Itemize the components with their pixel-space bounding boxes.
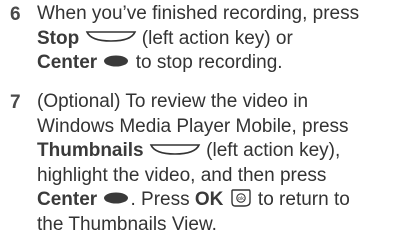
key-label-thumbnails: Thumbnails bbox=[37, 140, 144, 161]
step-line: Thumbnails (left action key), bbox=[37, 139, 399, 164]
step-number: 7 bbox=[10, 92, 21, 113]
step-line: Center . Press OK ok to return to bbox=[37, 188, 399, 213]
step-text: (Optional) To review the video in Window… bbox=[37, 90, 399, 237]
left-action-key-icon bbox=[85, 31, 136, 43]
step-text: When you’ve finished recording, press St… bbox=[37, 2, 399, 76]
step-number: 6 bbox=[10, 4, 21, 25]
document-page: { "steps": [ { "number": "6", "lines": [… bbox=[0, 0, 403, 247]
ok-button-icon: ok bbox=[230, 189, 251, 207]
step-line: highlight the video, and then press bbox=[37, 164, 327, 186]
key-label-center: Center bbox=[37, 189, 98, 210]
center-button-icon bbox=[104, 192, 129, 204]
left-action-key-icon bbox=[149, 144, 201, 155]
svg-text:ok: ok bbox=[238, 196, 244, 202]
key-label-stop: Stop bbox=[37, 27, 80, 49]
key-label-center: Center bbox=[37, 52, 98, 73]
key-label-ok: OK bbox=[194, 189, 224, 210]
step-line: Center to stop recording. bbox=[37, 51, 399, 76]
step-line: the Thumbnails View. bbox=[37, 213, 217, 235]
text: (left action key) or bbox=[136, 27, 293, 49]
text: to return to bbox=[252, 189, 350, 210]
step-line: Stop (left action key) or bbox=[37, 27, 399, 52]
step-line: (Optional) To review the video in bbox=[37, 91, 309, 112]
step-line: When you’ve finished recording, press bbox=[37, 3, 360, 24]
text: to stop recording. bbox=[130, 52, 283, 73]
step-line: Windows Media Player Mobile, press bbox=[37, 115, 349, 137]
center-button-icon bbox=[104, 55, 129, 67]
text: (left action key), bbox=[200, 140, 341, 161]
text: . Press bbox=[130, 189, 195, 210]
